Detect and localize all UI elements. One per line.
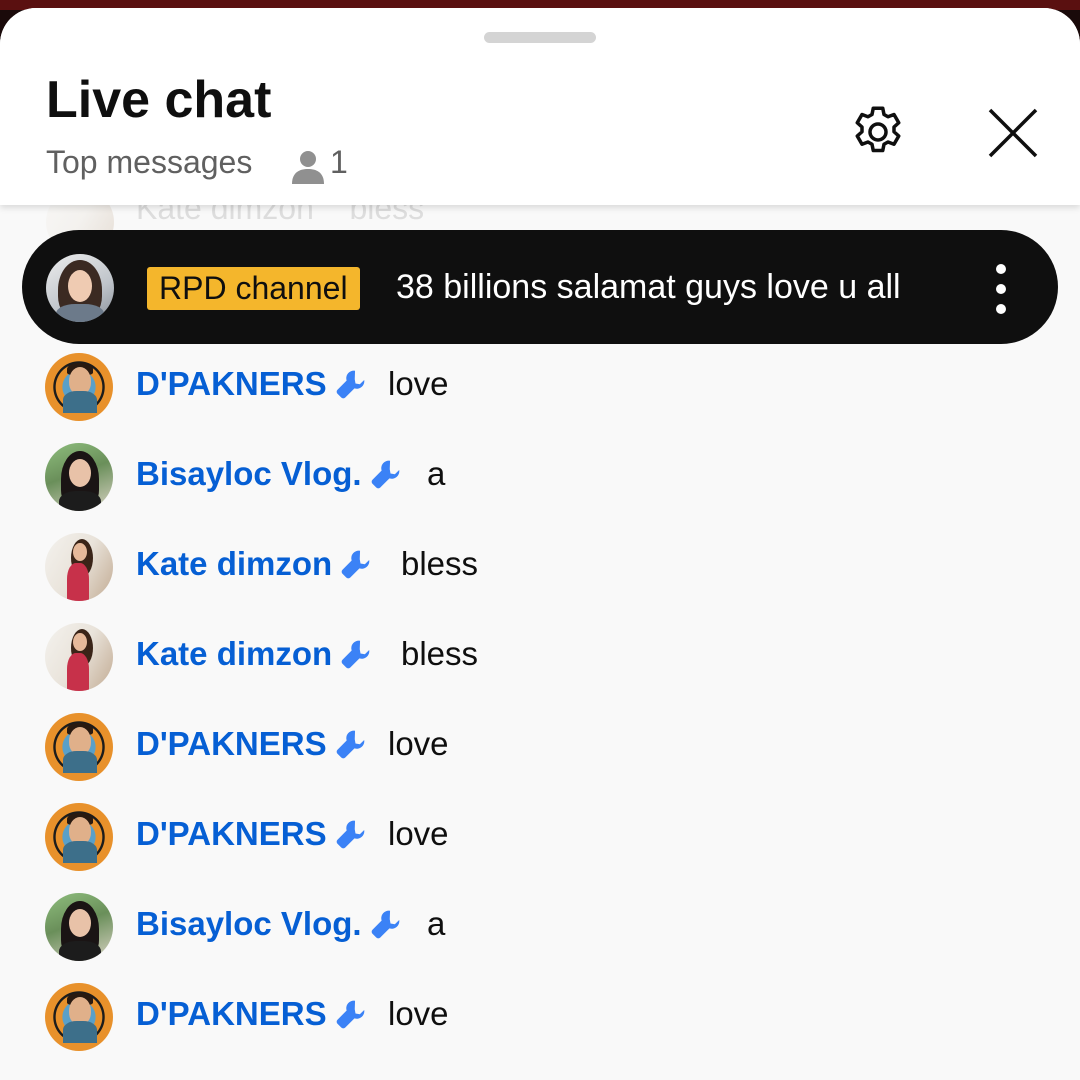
live-chat-panel: Live chat Top messages 1 Kate dimzon ble… [0,8,1080,1080]
close-icon [988,108,1038,158]
wrench-icon [336,370,364,399]
author-name[interactable]: Bisayloc Vlog. [136,455,404,493]
avatar[interactable] [45,623,113,691]
author-name[interactable]: D'PAKNERS [136,365,369,403]
avatar[interactable] [45,713,113,781]
pinned-message-text: 38 billions salamat guys love u all [396,268,901,306]
close-button[interactable] [982,102,1044,164]
wrench-icon [336,730,364,759]
wrench-icon [341,640,370,669]
chat-mode-selector[interactable]: Top messages [46,144,252,181]
wrench-icon [341,550,370,579]
author-name[interactable]: D'PAKNERS [136,725,369,763]
chat-message[interactable]: Bisayloc Vlog. a [0,893,1080,983]
person-icon [292,151,324,184]
chat-title: Live chat [46,71,272,129]
chat-message[interactable]: D'PAKNERS love [0,713,1080,803]
avatar [46,254,114,322]
avatar[interactable] [45,353,113,421]
viewer-count: 1 [330,144,348,180]
avatar[interactable] [45,533,113,601]
chat-message[interactable]: D'PAKNERS love [0,353,1080,443]
settings-button[interactable] [846,100,910,164]
chat-message[interactable]: Bisayloc Vlog. a [0,443,1080,533]
message-text: a [427,455,446,492]
avatar[interactable] [45,443,113,511]
avatar[interactable] [45,983,113,1051]
author-name[interactable]: Kate dimzon [136,545,374,583]
author-name[interactable]: Bisayloc Vlog. [136,905,404,943]
pinned-message-banner[interactable]: RPD channel 38 billions salamat guys lov… [22,230,1058,344]
message-text: bless [401,635,479,672]
author-name[interactable]: D'PAKNERS [136,995,369,1033]
wrench-icon [371,460,399,489]
message-text: a [427,905,446,942]
chat-header: Live chat Top messages 1 [0,8,1080,205]
author-badge[interactable]: RPD channel [147,267,360,310]
message-text: love [388,725,449,762]
message-text: love [388,995,449,1032]
drag-handle[interactable] [484,32,596,43]
wrench-icon [371,910,399,939]
message-text: love [388,365,449,402]
gear-icon [855,106,901,153]
wrench-icon [336,1000,364,1029]
more-vert-icon[interactable] [988,264,1014,314]
chat-message[interactable]: D'PAKNERS love [0,803,1080,893]
chat-message[interactable]: Kate dimzon bless [0,533,1080,623]
author-name[interactable]: Kate dimzon [136,635,374,673]
message-text: love [388,815,449,852]
avatar[interactable] [45,893,113,961]
chat-message[interactable]: D'PAKNERS love [0,983,1080,1073]
avatar[interactable] [45,803,113,871]
wrench-icon [336,820,364,849]
author-name[interactable]: D'PAKNERS [136,815,369,853]
chat-message[interactable]: Kate dimzon bless [0,623,1080,713]
message-text: bless [401,545,479,582]
